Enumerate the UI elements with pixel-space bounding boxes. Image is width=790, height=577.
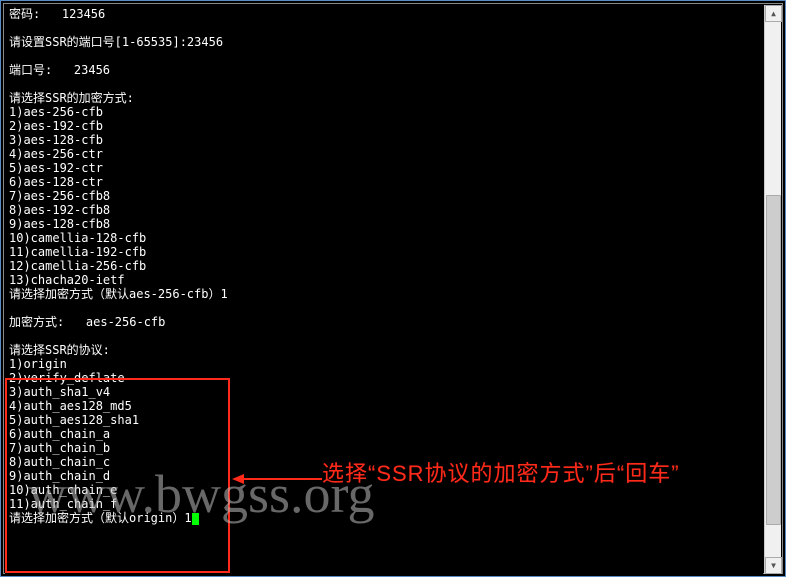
proto-opt: 3)auth_sha1_v4 bbox=[9, 385, 110, 399]
proto-opt: 9)auth_chain_d bbox=[9, 469, 110, 483]
cursor bbox=[192, 513, 199, 525]
proto-opt: 4)auth_aes128_md5 bbox=[9, 399, 132, 413]
proto-opt: 8)auth_chain_c bbox=[9, 455, 110, 469]
enc-result: 加密方式: aes-256-cfb bbox=[9, 315, 165, 329]
terminal-window: 密码: 123456 请设置SSR的端口号[1-65535]:23456 端口号… bbox=[0, 0, 786, 577]
line-port: 端口号: 23456 bbox=[9, 63, 110, 77]
proto-choose: 请选择加密方式（默认origin）1 bbox=[9, 511, 192, 525]
scroll-up-button[interactable]: ▲ bbox=[765, 5, 782, 22]
scrollbar-vertical[interactable]: ▲ ▼ bbox=[764, 5, 781, 574]
proto-opt: 1)origin bbox=[9, 357, 67, 371]
proto-opt: 5)auth_aes128_sha1 bbox=[9, 413, 139, 427]
enc-opt: 7)aes-256-cfb8 bbox=[9, 189, 110, 203]
proto-opt: 2)verify_deflate bbox=[9, 371, 125, 385]
enc-opt: 2)aes-192-cfb bbox=[9, 119, 103, 133]
line-pwd: 密码: 123456 bbox=[9, 7, 105, 21]
enc-opt: 11)camellia-192-cfb bbox=[9, 245, 146, 259]
enc-opt: 9)aes-128-cfb8 bbox=[9, 217, 110, 231]
proto-opt: 6)auth_chain_a bbox=[9, 427, 110, 441]
proto-opt: 7)auth_chain_b bbox=[9, 441, 110, 455]
enc-opt: 6)aes-128-ctr bbox=[9, 175, 103, 189]
proto-opt: 10)auth_chain_e bbox=[9, 483, 117, 497]
enc-opt: 3)aes-128-cfb bbox=[9, 133, 103, 147]
proto-opt: 11)auth_chain_f bbox=[9, 497, 117, 511]
scroll-thumb[interactable] bbox=[766, 195, 781, 525]
enc-opt: 12)camellia-256-cfb bbox=[9, 259, 146, 273]
enc-opt: 4)aes-256-ctr bbox=[9, 147, 103, 161]
enc-choose: 请选择加密方式（默认aes-256-cfb）1 bbox=[9, 287, 228, 301]
line-port-prompt: 请设置SSR的端口号[1-65535]:23456 bbox=[9, 35, 223, 49]
scroll-down-button[interactable]: ▼ bbox=[765, 557, 782, 574]
terminal-output[interactable]: 密码: 123456 请设置SSR的端口号[1-65535]:23456 端口号… bbox=[5, 5, 763, 574]
enc-opt: 13)chacha20-ietf bbox=[9, 273, 125, 287]
enc-opt: 5)aes-192-ctr bbox=[9, 161, 103, 175]
enc-opt: 1)aes-256-cfb bbox=[9, 105, 103, 119]
enc-header: 请选择SSR的加密方式: bbox=[9, 91, 134, 105]
enc-opt: 8)aes-192-cfb8 bbox=[9, 203, 110, 217]
proto-header: 请选择SSR的协议: bbox=[9, 343, 110, 357]
enc-opt: 10)camellia-128-cfb bbox=[9, 231, 146, 245]
